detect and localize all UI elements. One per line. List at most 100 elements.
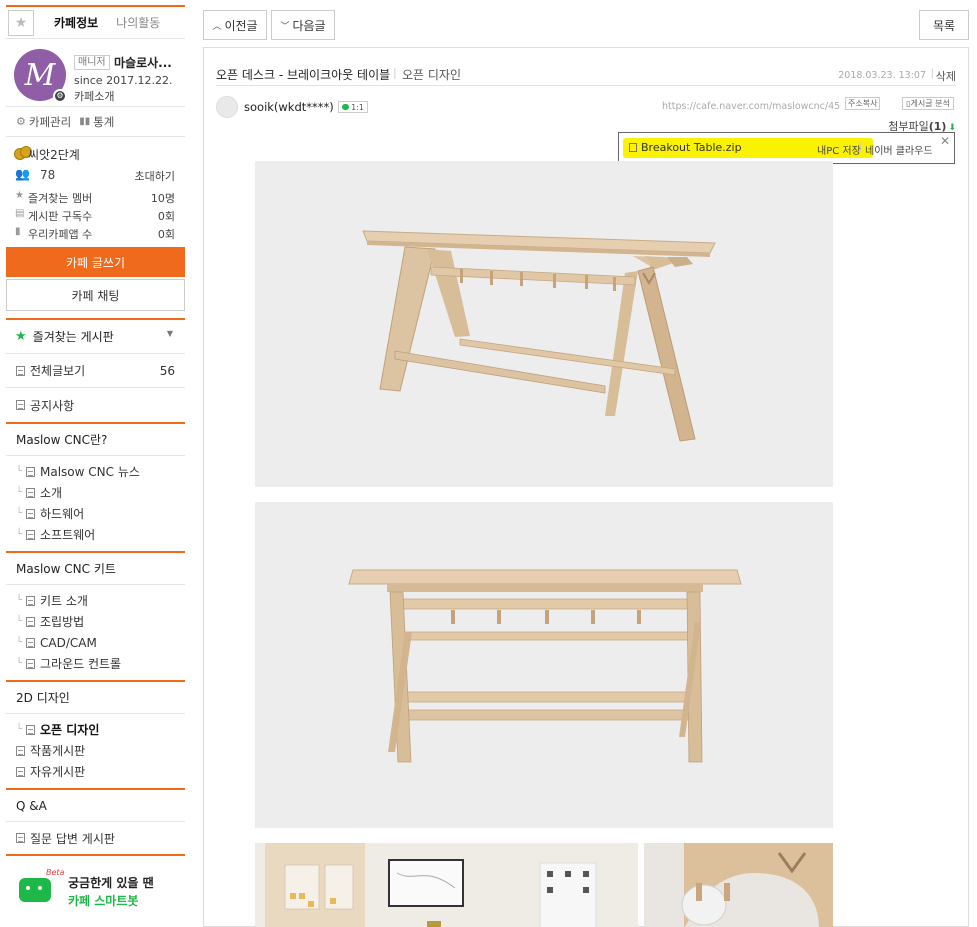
menu-label: Malsow CNC 뉴스: [40, 465, 140, 479]
chat-bubble-icon: [342, 104, 350, 110]
gear-icon: ⚙: [16, 115, 26, 128]
menu-item[interactable]: └ CAD/CAM: [6, 632, 185, 653]
copy-address-button[interactable]: 주소복사: [845, 97, 881, 110]
smart-bot-banner[interactable]: Beta 궁금한게 있을 땐 카페 스마트봇: [6, 854, 185, 924]
stat-label: 즐겨찾는 멤버: [28, 192, 93, 205]
menu-item[interactable]: └ 그라운드 컨트롤: [6, 653, 185, 674]
author-avatar[interactable]: [216, 96, 238, 118]
post-image-desk-scene[interactable]: [255, 843, 638, 927]
post-title: 오픈 데스크 - 브레이크아웃 테이블: [216, 68, 391, 82]
stat-label: 우리카페앱 수: [28, 228, 93, 241]
list-button[interactable]: 목록: [919, 10, 969, 40]
tree-branch-icon: └: [16, 724, 23, 735]
chevron-down-icon: ﹀: [280, 21, 290, 32]
menu-notice[interactable]: 공지사항: [6, 388, 185, 422]
post-image-table-perspective[interactable]: [255, 161, 833, 487]
stat-row-fav-members: ★ 즐겨찾는 멤버 10명: [6, 189, 185, 207]
document-icon: [26, 529, 35, 540]
save-to-pc-link[interactable]: 내PC 저장: [817, 142, 861, 157]
menu-item[interactable]: 작품게시판: [6, 740, 185, 761]
tree-branch-icon: └: [16, 616, 23, 627]
tab-cafe-info[interactable]: 카페정보: [54, 14, 98, 31]
manager-badge: 매니저: [74, 55, 110, 70]
menu-item[interactable]: └ 하드웨어: [6, 503, 185, 524]
document-icon: [26, 637, 35, 648]
phone-icon: ▮: [15, 226, 21, 237]
table-perspective-illustration: [362, 230, 716, 442]
table-detail-illustration: [644, 843, 833, 927]
green-star-icon: ★: [15, 329, 27, 344]
cafe-profile: M ⚙ 매니저 마슬로사... since 2017.12.22. 카페소개: [6, 39, 185, 107]
next-label: 다음글: [292, 18, 326, 33]
menu-label: CAD/CAM: [40, 635, 97, 650]
attachment-file-link[interactable]: Breakout Table.zip: [629, 141, 742, 154]
stat-value[interactable]: 0회: [158, 208, 175, 224]
menu-label: 키트 소개: [40, 594, 88, 608]
menu-label: 작품게시판: [30, 744, 86, 758]
one-to-one-chat-button[interactable]: 1:1: [338, 101, 368, 113]
menu-group-2d-design: 2D 디자인 └ 오픈 디자인 작품게시판 자유게시판: [6, 680, 185, 788]
stats-link[interactable]: 통계: [93, 114, 114, 130]
document-icon: [26, 658, 35, 669]
next-post-button[interactable]: ﹀ 다음글: [271, 10, 335, 40]
stat-row-board-subs: ▤ 게시판 구독수 0회: [6, 207, 185, 225]
menu-label: 공지사항: [30, 398, 75, 413]
naver-cloud-link[interactable]: 네이버 클라우드: [865, 142, 933, 157]
menu-item[interactable]: └ 소개: [6, 482, 185, 503]
file-icon: [629, 143, 637, 152]
post-url[interactable]: https://cafe.naver.com/maslowcnc/45: [662, 101, 840, 112]
robot-icon: [19, 878, 51, 902]
invite-link[interactable]: 초대하기: [135, 168, 175, 184]
caret-down-icon: ▼: [166, 329, 173, 338]
delete-link[interactable]: 삭제: [936, 68, 956, 84]
favorite-star-icon[interactable]: ★: [8, 9, 34, 36]
level-label[interactable]: 씨앗2단계: [28, 146, 80, 163]
menu-label: 그라운드 컨트롤: [40, 657, 122, 671]
since-date: since 2017.12.22.: [74, 74, 173, 87]
menu-item-active[interactable]: └ 오픈 디자인: [6, 719, 185, 740]
chat-badge-label: 1:1: [351, 102, 364, 112]
stat-value[interactable]: 10명: [151, 190, 175, 206]
post-category-link[interactable]: 오픈 디자인: [402, 66, 461, 83]
stat-label: 게시판 구독수: [28, 210, 93, 223]
member-count[interactable]: 78: [40, 168, 55, 182]
post-date: 2018.03.23. 13:07: [838, 70, 926, 81]
menu-item[interactable]: └ 소프트웨어: [6, 524, 185, 545]
attachment-popup: Breakout Table.zip 내PC 저장 | 네이버 클라우드 ✕: [618, 132, 955, 164]
cafe-intro-link[interactable]: 카페소개: [74, 88, 114, 104]
bot-line2: 카페 스마트봇: [68, 894, 139, 908]
image-board-icon: [26, 724, 35, 735]
prev-post-button[interactable]: ︿ 이전글: [203, 10, 267, 40]
menu-item[interactable]: 자유게시판: [6, 761, 185, 782]
post-analysis-button[interactable]: ▯게시글 분석: [902, 97, 954, 110]
write-post-button[interactable]: 카페 글쓰기: [6, 247, 185, 277]
menu-label: 질문 답변 게시판: [30, 831, 115, 846]
cafe-manage-link[interactable]: 카페관리: [29, 114, 71, 130]
document-icon: [16, 766, 25, 777]
post-image-table-detail[interactable]: [644, 843, 833, 927]
cafe-name[interactable]: 마슬로사...: [114, 54, 172, 71]
close-icon[interactable]: ✕: [940, 134, 950, 148]
cafe-management-bar: ⚙ 카페관리 ▮▮ 통계: [6, 107, 185, 137]
menu-item[interactable]: └ 조립방법: [6, 611, 185, 632]
post-header: 오픈 데스크 - 브레이크아웃 테이블 | 오픈 디자인 2018.03.23.…: [216, 64, 956, 86]
menu-all-posts[interactable]: 전체글보기 56: [6, 354, 185, 388]
board-icon: ▤: [15, 208, 25, 219]
menu-item[interactable]: └ 키트 소개: [6, 590, 185, 611]
favorite-boards-toggle[interactable]: ★ 즐겨찾는 게시판 ▼: [6, 320, 185, 354]
menu-label: 조립방법: [40, 615, 85, 629]
group-title: Maslow CNC란?: [6, 424, 185, 456]
menu-item[interactable]: └ Malsow CNC 뉴스: [6, 461, 185, 482]
settings-gear-icon[interactable]: ⚙: [53, 89, 67, 103]
cafe-chat-button[interactable]: 카페 채팅: [6, 279, 185, 311]
tree-branch-icon: └: [16, 529, 23, 540]
author-name[interactable]: sooik(wkdt****): [244, 100, 334, 114]
menu-item[interactable]: 질문 답변 게시판: [6, 822, 185, 854]
tab-my-activity[interactable]: 나의활동: [116, 14, 160, 31]
menu-label: 소개: [40, 486, 63, 500]
sidebar: ★ 카페정보 나의활동 M ⚙ 매니저 마슬로사... since 2017.1…: [6, 5, 185, 927]
stat-value[interactable]: 0회: [158, 226, 175, 242]
divider: |: [930, 68, 934, 79]
member-count-row: 👥 78 초대하기: [6, 167, 185, 189]
post-image-table-front[interactable]: [255, 502, 833, 828]
